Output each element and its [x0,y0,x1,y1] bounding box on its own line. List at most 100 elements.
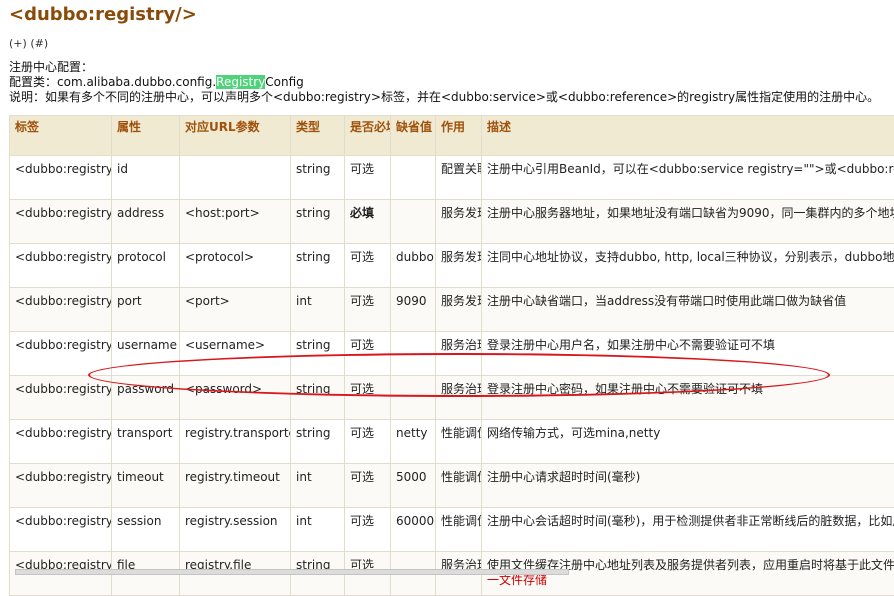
cell-purpose: 配置关联 [436,156,482,200]
cell-type: int [291,464,345,508]
cell-attr: password [112,376,180,420]
cell-default [391,376,436,420]
cell-description: 注册中心缺省端口，当address没有带端口时使用此端口做为缺省值 [482,288,894,332]
table-header-row: 标签 属性 对应URL参数 类型 是否必填 缺省值 作用 描述 [10,116,894,156]
expand-link[interactable]: (+) [9,37,27,50]
cell-description: 注册中心请求超时时间(毫秒) [482,464,894,508]
cell-type: string [291,420,345,464]
cell-purpose: 服务治理 [436,376,482,420]
intro-line-3: 说明：如果有多个不同的注册中心，可以声明多个<dubbo:registry>标签… [9,90,879,105]
cell-required: 必填 [345,200,391,244]
cell-type: int [291,288,345,332]
cell-description: 注册中心会话超时时间(毫秒)，用于检测提供者非正常断线后的脏数据，比如用心跳检测… [482,508,894,552]
cell-required: 可选 [345,464,391,508]
cell-purpose: 性能调优 [436,508,482,552]
header-attr: 属性 [112,116,180,156]
intro-line-1: 注册中心配置： [9,60,879,75]
cell-description: 网络传输方式，可选mina,netty [482,420,894,464]
cell-attr: id [112,156,180,200]
cell-url-param: <port> [180,288,291,332]
header-default: 缺省值 [391,116,436,156]
cell-purpose: 性能调优 [436,420,482,464]
cell-attr: timeout [112,464,180,508]
cell-url-param: <password> [180,376,291,420]
cell-required: 可选 [345,508,391,552]
cell-default [391,156,436,200]
horizontal-scrollbar[interactable] [15,569,569,575]
cell-default: 5000 [391,464,436,508]
cell-description: 登录注册中心用户名，如果注册中心不需要验证可不填 [482,332,894,376]
cell-purpose: 服务治理 [436,332,482,376]
cell-attr: username [112,332,180,376]
cell-required: 可选 [345,244,391,288]
cell-attr: session [112,508,180,552]
cell-tag: <dubbo:registry> [10,156,112,200]
cell-required: 可选 [345,156,391,200]
cell-attr: transport [112,420,180,464]
cell-url-param [180,156,291,200]
table-row: <dubbo:registry> password <password> str… [10,376,894,420]
cell-description: 注册中心服务器地址，如果地址没有端口缺省为9090，同一集群内的多个地址用逗号分… [482,200,894,244]
cell-purpose: 服务发现 [436,288,482,332]
cell-type: string [291,376,345,420]
cell-description-extra: 一文件存储 [487,573,894,588]
cell-purpose: 服务发现 [436,244,482,288]
cell-attr: address [112,200,180,244]
toggle-links: (+) (#) [9,37,48,50]
cell-required: 可选 [345,288,391,332]
header-tag: 标签 [10,116,112,156]
cell-tag: <dubbo:registry> [10,332,112,376]
cell-tag: <dubbo:registry> [10,464,112,508]
cell-url-param: <username> [180,332,291,376]
cell-required: 可选 [345,376,391,420]
cell-type: string [291,332,345,376]
anchor-link[interactable]: (#) [30,37,48,50]
cell-tag: <dubbo:registry> [10,288,112,332]
cell-default: dubbo [391,244,436,288]
header-url-param: 对应URL参数 [180,116,291,156]
cell-type: int [291,508,345,552]
search-highlight: Registry [216,75,265,89]
cell-default [391,200,436,244]
cell-tag: <dubbo:registry> [10,420,112,464]
table-row: <dubbo:registry> protocol <protocol> str… [10,244,894,288]
cell-type: string [291,200,345,244]
cell-url-param: registry.session [180,508,291,552]
cell-url-param: registry.timeout [180,464,291,508]
cell-attr: protocol [112,244,180,288]
cell-tag: <dubbo:registry> [10,376,112,420]
description: 注册中心配置： 配置类：com.alibaba.dubbo.config.Reg… [9,60,879,105]
page-title: <dubbo:registry/> [9,4,197,25]
cell-type: string [291,244,345,288]
cell-required: 可选 [345,332,391,376]
header-description: 描述 [482,116,894,156]
cell-description: 注同中心地址协议，支持dubbo, http, local三种协议，分别表示，d… [482,244,894,288]
cell-url-param: <protocol> [180,244,291,288]
cell-required: 可选 [345,420,391,464]
cell-default: 9090 [391,288,436,332]
config-class-prefix: 配置类：com.alibaba.dubbo.config. [9,75,216,89]
table-row: <dubbo:registry> session registry.sessio… [10,508,894,552]
header-type: 类型 [291,116,345,156]
cell-default [391,332,436,376]
cell-description: 注册中心引用BeanId，可以在<dubbo:service registry=… [482,156,894,200]
table-row: <dubbo:registry> address <host:port> str… [10,200,894,244]
cell-purpose: 性能调优 [436,464,482,508]
cell-description: 登录注册中心密码，如果注册中心不需要验证可不填 [482,376,894,420]
table-row: <dubbo:registry> username <username> str… [10,332,894,376]
header-required: 是否必填 [345,116,391,156]
cell-default: 60000 [391,508,436,552]
table-row: <dubbo:registry> id string 可选 配置关联 注册中心引… [10,156,894,200]
table-row: <dubbo:registry> transport registry.tran… [10,420,894,464]
cell-purpose: 服务发现 [436,200,482,244]
registry-attribute-table: 标签 属性 对应URL参数 类型 是否必填 缺省值 作用 描述 <dubbo:r… [9,115,894,596]
config-class-suffix: Config [265,75,304,89]
cell-url-param: registry.transporter [180,420,291,464]
cell-tag: <dubbo:registry> [10,244,112,288]
cell-attr: port [112,288,180,332]
cell-type: string [291,156,345,200]
intro-line-2: 配置类：com.alibaba.dubbo.config.RegistryCon… [9,75,879,90]
cell-tag: <dubbo:registry> [10,508,112,552]
cell-tag: <dubbo:registry> [10,200,112,244]
header-purpose: 作用 [436,116,482,156]
